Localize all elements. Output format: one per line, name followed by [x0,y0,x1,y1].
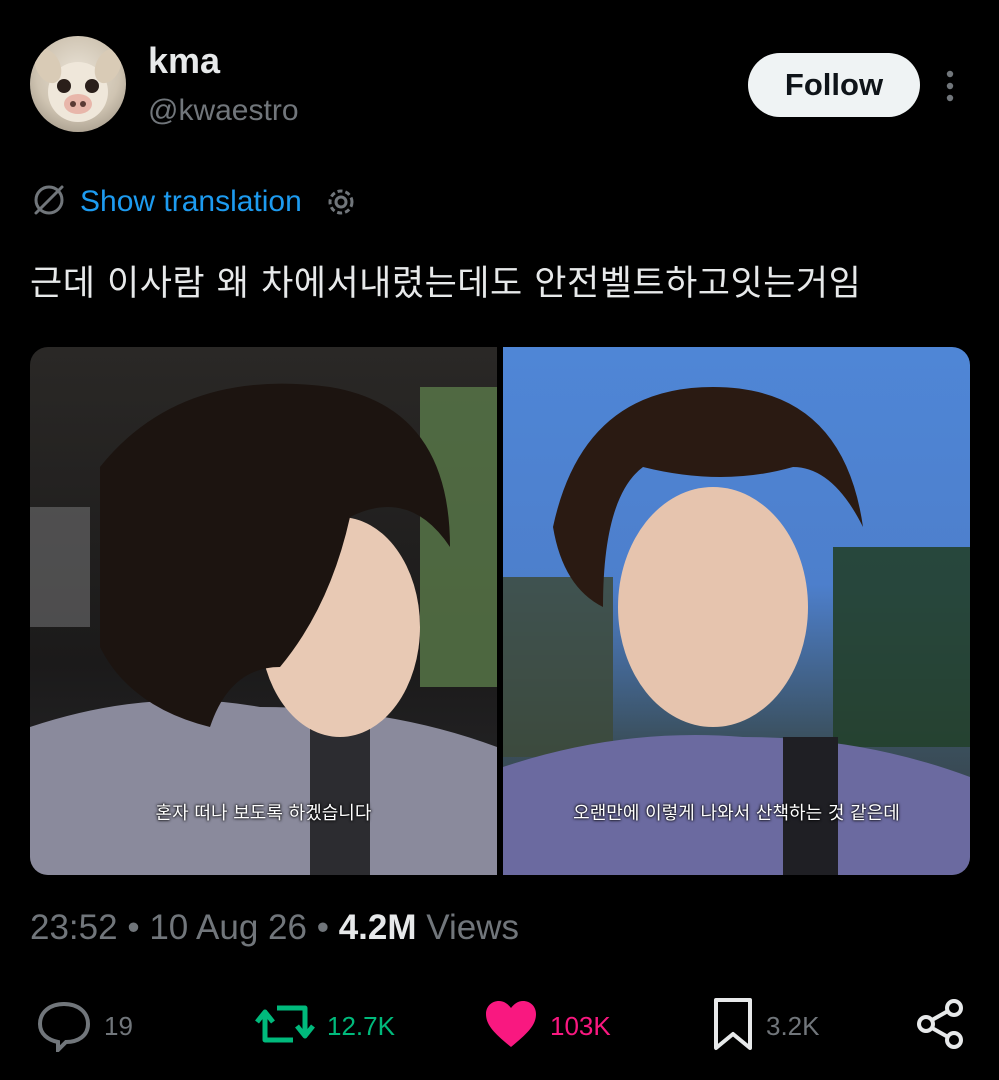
avatar[interactable] [30,36,126,132]
media-grid[interactable]: 혼자 떠나 보도록 하겠습니다 오랜만에 이렇게 나와서 산책하는 것 같은데 [30,347,970,875]
photo-right-image [503,387,970,875]
user-handle[interactable]: @kwaestro [148,94,299,128]
tweet-time[interactable]: 23:52 [30,908,118,947]
repost-button[interactable]: 12.7K [255,996,395,1056]
reply-button[interactable]: 19 [36,996,133,1056]
reply-icon [36,996,92,1057]
photo-left-image [30,383,497,875]
tweet-meta: 23:52 • 10 Aug 26 • 4.2M Views [30,908,519,948]
translation-row: Show translation [30,180,358,224]
display-name[interactable]: kma [148,40,220,82]
share-icon [914,998,966,1055]
tweet-text: 근데 이사람 왜 차에서내렸는데도 안전벨트하고잇는거임 [30,264,862,304]
show-translation-link[interactable]: Show translation [80,185,302,219]
share-button[interactable] [914,996,966,1056]
views-count: 4.2M [338,908,417,947]
views-label: Views [426,908,519,947]
avatar-image [34,48,122,122]
reply-count: 19 [104,1010,133,1041]
bookmark-button[interactable]: 3.2K [712,996,820,1056]
meta-separator: • [127,908,140,947]
repost-icon [255,996,315,1057]
like-count: 103K [550,1010,611,1041]
like-button[interactable]: 103K [484,996,611,1056]
translate-off-icon [30,181,68,224]
meta-separator: • [316,908,329,947]
gear-icon[interactable] [324,185,358,219]
action-bar: 19 12.7K 103K 3.2K [0,996,999,1056]
photo-left-caption: 혼자 떠나 보도록 하겠습니다 [155,803,372,824]
photo-right[interactable]: 오랜만에 이렇게 나와서 산책하는 것 같은데 [503,347,970,875]
photo-right-caption: 오랜만에 이렇게 나와서 산책하는 것 같은데 [573,803,900,824]
repost-count: 12.7K [327,1010,395,1041]
photo-left[interactable]: 혼자 떠나 보도록 하겠습니다 [30,347,497,875]
more-vertical-icon[interactable] [936,62,964,110]
bookmark-icon [712,996,754,1057]
like-icon [484,999,538,1054]
follow-button[interactable]: Follow [748,53,920,117]
bookmark-count: 3.2K [766,1010,820,1041]
tweet-date[interactable]: 10 Aug 26 [149,908,307,947]
